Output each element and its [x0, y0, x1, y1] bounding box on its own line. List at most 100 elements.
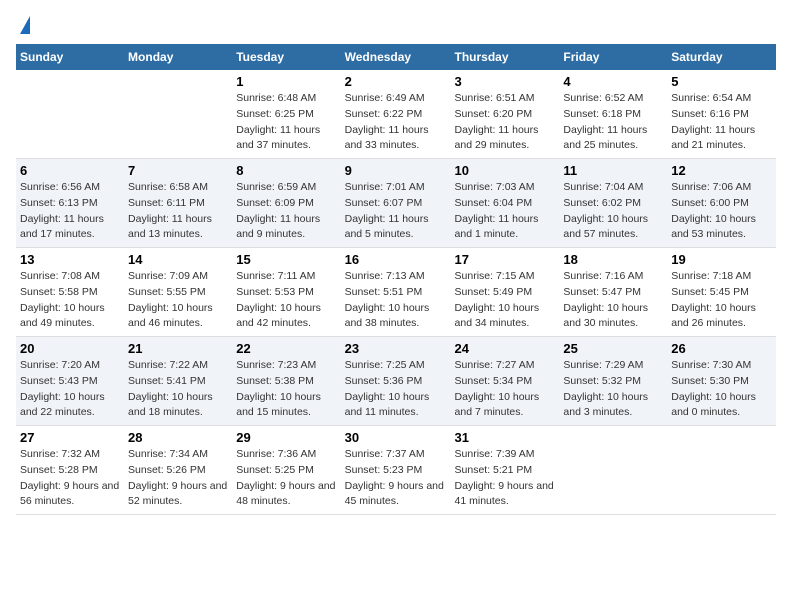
day-detail: Sunrise: 6:51 AM Sunset: 6:20 PM Dayligh… — [455, 91, 556, 154]
day-number: 15 — [236, 252, 336, 267]
day-detail: Sunrise: 6:54 AM Sunset: 6:16 PM Dayligh… — [671, 91, 772, 154]
calendar-cell: 21 Sunrise: 7:22 AM Sunset: 5:41 PM Dayli… — [124, 337, 232, 426]
day-detail: Sunrise: 7:09 AM Sunset: 5:55 PM Dayligh… — [128, 269, 228, 332]
day-number: 22 — [236, 341, 336, 356]
day-number: 26 — [671, 341, 772, 356]
calendar-cell: 29 Sunrise: 7:36 AM Sunset: 5:25 PM Dayli… — [232, 426, 340, 515]
day-detail: Sunrise: 7:25 AM Sunset: 5:36 PM Dayligh… — [345, 358, 447, 421]
day-number: 10 — [455, 163, 556, 178]
day-number: 20 — [20, 341, 120, 356]
day-detail: Sunrise: 7:32 AM Sunset: 5:28 PM Dayligh… — [20, 447, 120, 510]
day-header-thursday: Thursday — [451, 44, 560, 70]
day-number: 30 — [345, 430, 447, 445]
calendar-cell: 4 Sunrise: 6:52 AM Sunset: 6:18 PM Daylig… — [559, 70, 667, 159]
day-number: 7 — [128, 163, 228, 178]
day-number: 1 — [236, 74, 336, 89]
calendar-cell: 3 Sunrise: 6:51 AM Sunset: 6:20 PM Daylig… — [451, 70, 560, 159]
day-detail: Sunrise: 7:36 AM Sunset: 5:25 PM Dayligh… — [236, 447, 336, 510]
day-detail: Sunrise: 7:11 AM Sunset: 5:53 PM Dayligh… — [236, 269, 336, 332]
day-number: 3 — [455, 74, 556, 89]
calendar-cell: 26 Sunrise: 7:30 AM Sunset: 5:30 PM Dayli… — [667, 337, 776, 426]
calendar-cell: 22 Sunrise: 7:23 AM Sunset: 5:38 PM Dayli… — [232, 337, 340, 426]
day-number: 18 — [563, 252, 663, 267]
calendar-cell: 28Sunrise: 7:34 AM Sunset: 5:26 PM Dayli… — [124, 426, 232, 515]
calendar-cell: 7 Sunrise: 6:58 AM Sunset: 6:11 PM Daylig… — [124, 159, 232, 248]
day-detail: Sunrise: 7:20 AM Sunset: 5:43 PM Dayligh… — [20, 358, 120, 421]
calendar-cell: 10Sunrise: 7:03 AM Sunset: 6:04 PM Dayli… — [451, 159, 560, 248]
calendar-cell: 25Sunrise: 7:29 AM Sunset: 5:32 PM Dayli… — [559, 337, 667, 426]
day-detail: Sunrise: 7:01 AM Sunset: 6:07 PM Dayligh… — [345, 180, 447, 243]
calendar-cell: 2 Sunrise: 6:49 AM Sunset: 6:22 PM Daylig… — [341, 70, 451, 159]
day-number: 29 — [236, 430, 336, 445]
day-number: 16 — [345, 252, 447, 267]
day-number: 4 — [563, 74, 663, 89]
calendar-cell: 23 Sunrise: 7:25 AM Sunset: 5:36 PM Dayli… — [341, 337, 451, 426]
logo-triangle-icon — [20, 16, 30, 34]
day-header-wednesday: Wednesday — [341, 44, 451, 70]
week-row-5: 27 Sunrise: 7:32 AM Sunset: 5:28 PM Dayli… — [16, 426, 776, 515]
day-number: 19 — [671, 252, 772, 267]
day-detail: Sunrise: 7:08 AM Sunset: 5:58 PM Dayligh… — [20, 269, 120, 332]
day-detail: Sunrise: 6:52 AM Sunset: 6:18 PM Dayligh… — [563, 91, 663, 154]
day-number: 8 — [236, 163, 336, 178]
calendar-cell: 11 Sunrise: 7:04 AM Sunset: 6:02 PM Dayli… — [559, 159, 667, 248]
day-detail: Sunrise: 7:39 AM Sunset: 5:21 PM Dayligh… — [455, 447, 556, 510]
day-detail: Sunrise: 7:13 AM Sunset: 5:51 PM Dayligh… — [345, 269, 447, 332]
day-detail: Sunrise: 7:18 AM Sunset: 5:45 PM Dayligh… — [671, 269, 772, 332]
day-number: 23 — [345, 341, 447, 356]
day-header-saturday: Saturday — [667, 44, 776, 70]
calendar-cell — [667, 426, 776, 515]
calendar-cell: 6 Sunrise: 6:56 AM Sunset: 6:13 PM Daylig… — [16, 159, 124, 248]
calendar-cell — [16, 70, 124, 159]
calendar-cell: 17 Sunrise: 7:15 AM Sunset: 5:49 PM Dayli… — [451, 248, 560, 337]
day-number: 6 — [20, 163, 120, 178]
calendar-cell: 27 Sunrise: 7:32 AM Sunset: 5:28 PM Dayli… — [16, 426, 124, 515]
calendar-cell: 16 Sunrise: 7:13 AM Sunset: 5:51 PM Dayli… — [341, 248, 451, 337]
page-header — [16, 16, 776, 34]
day-number: 14 — [128, 252, 228, 267]
week-row-1: 1 Sunrise: 6:48 AM Sunset: 6:25 PM Daylig… — [16, 70, 776, 159]
day-number: 9 — [345, 163, 447, 178]
calendar-cell: 1 Sunrise: 6:48 AM Sunset: 6:25 PM Daylig… — [232, 70, 340, 159]
calendar-cell: 8Sunrise: 6:59 AM Sunset: 6:09 PM Daylig… — [232, 159, 340, 248]
day-number: 13 — [20, 252, 120, 267]
calendar-cell: 18 Sunrise: 7:16 AM Sunset: 5:47 PM Dayli… — [559, 248, 667, 337]
day-number: 11 — [563, 163, 663, 178]
day-number: 21 — [128, 341, 228, 356]
day-number: 17 — [455, 252, 556, 267]
day-detail: Sunrise: 7:04 AM Sunset: 6:02 PM Dayligh… — [563, 180, 663, 243]
day-detail: Sunrise: 6:58 AM Sunset: 6:11 PM Dayligh… — [128, 180, 228, 243]
day-number: 2 — [345, 74, 447, 89]
calendar-cell: 19 Sunrise: 7:18 AM Sunset: 5:45 PM Dayli… — [667, 248, 776, 337]
week-row-2: 6 Sunrise: 6:56 AM Sunset: 6:13 PM Daylig… — [16, 159, 776, 248]
day-detail: Sunrise: 7:22 AM Sunset: 5:41 PM Dayligh… — [128, 358, 228, 421]
day-detail: Sunrise: 7:06 AM Sunset: 6:00 PM Dayligh… — [671, 180, 772, 243]
calendar-cell: 13 Sunrise: 7:08 AM Sunset: 5:58 PM Dayli… — [16, 248, 124, 337]
day-detail: Sunrise: 6:49 AM Sunset: 6:22 PM Dayligh… — [345, 91, 447, 154]
day-number: 12 — [671, 163, 772, 178]
day-detail: Sunrise: 6:48 AM Sunset: 6:25 PM Dayligh… — [236, 91, 336, 154]
day-number: 25 — [563, 341, 663, 356]
day-number: 5 — [671, 74, 772, 89]
days-header-row: SundayMondayTuesdayWednesdayThursdayFrid… — [16, 44, 776, 70]
day-detail: Sunrise: 7:16 AM Sunset: 5:47 PM Dayligh… — [563, 269, 663, 332]
day-detail: Sunrise: 6:56 AM Sunset: 6:13 PM Dayligh… — [20, 180, 120, 243]
day-header-sunday: Sunday — [16, 44, 124, 70]
logo — [16, 16, 30, 34]
day-header-tuesday: Tuesday — [232, 44, 340, 70]
calendar-cell: 9 Sunrise: 7:01 AM Sunset: 6:07 PM Daylig… — [341, 159, 451, 248]
day-detail: Sunrise: 7:15 AM Sunset: 5:49 PM Dayligh… — [455, 269, 556, 332]
day-number: 24 — [455, 341, 556, 356]
day-detail: Sunrise: 7:37 AM Sunset: 5:23 PM Dayligh… — [345, 447, 447, 510]
calendar-cell: 30 Sunrise: 7:37 AM Sunset: 5:23 PM Dayli… — [341, 426, 451, 515]
calendar-cell: 14 Sunrise: 7:09 AM Sunset: 5:55 PM Dayli… — [124, 248, 232, 337]
day-header-friday: Friday — [559, 44, 667, 70]
calendar-cell: 12 Sunrise: 7:06 AM Sunset: 6:00 PM Dayli… — [667, 159, 776, 248]
calendar-cell: 15 Sunrise: 7:11 AM Sunset: 5:53 PM Dayli… — [232, 248, 340, 337]
day-detail: Sunrise: 7:34 AM Sunset: 5:26 PM Dayligh… — [128, 447, 228, 510]
calendar-cell — [559, 426, 667, 515]
calendar-cell: 20 Sunrise: 7:20 AM Sunset: 5:43 PM Dayli… — [16, 337, 124, 426]
day-detail: Sunrise: 7:23 AM Sunset: 5:38 PM Dayligh… — [236, 358, 336, 421]
day-detail: Sunrise: 7:30 AM Sunset: 5:30 PM Dayligh… — [671, 358, 772, 421]
day-number: 27 — [20, 430, 120, 445]
